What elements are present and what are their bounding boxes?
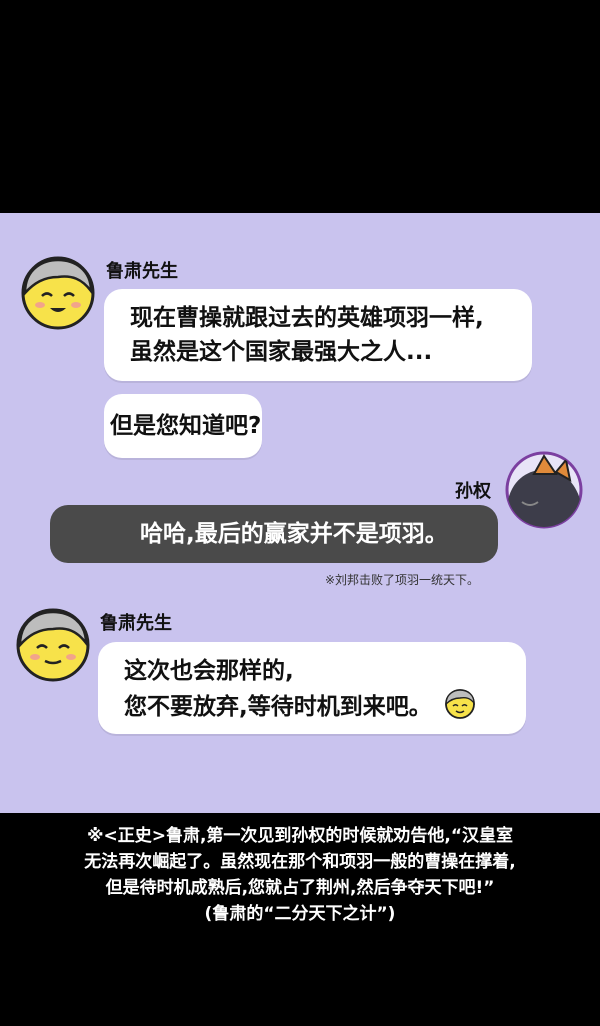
message-bubble: 但是您知道吧? — [104, 394, 262, 458]
message-line: 哈哈,最后的赢家并不是项羽。 — [140, 521, 448, 547]
footer-line: 但是待时机成熟后,您就占了荆州,然后争夺天下吧!” — [105, 878, 495, 898]
sender-name: 鲁肃先生 — [106, 261, 178, 282]
footer-line: ※<正史>鲁肃,第一次见到孙权的时候就劝告他,“汉皇室 — [86, 826, 514, 846]
message-bubble: 哈哈,最后的赢家并不是项羽。 — [50, 505, 498, 563]
footer-panel: ※<正史>鲁肃,第一次见到孙权的时候就劝告他,“汉皇室 无法再次崛起了。虽然现在… — [0, 813, 600, 1026]
footer-line: 无法再次崛起了。虽然现在那个和项羽一般的曹操在撑着, — [84, 852, 516, 872]
message-line: 现在曹操就跟过去的英雄项羽一样, — [130, 305, 484, 331]
sender-name: 孙权 — [455, 481, 491, 502]
footer-line: (鲁肃的“二分天下之计”) — [204, 904, 396, 924]
sunquan-avatar-icon — [504, 450, 584, 530]
message-line: 您不要放弃,等待时机到来吧。 — [124, 688, 526, 724]
message-line: 这次也会那样的, — [124, 658, 294, 684]
sender-name: 鲁肃先生 — [100, 613, 172, 634]
lusu-avatar-icon — [20, 255, 96, 331]
message-bubble: 现在曹操就跟过去的英雄项羽一样, 虽然是这个国家最强大之人... — [104, 289, 532, 381]
message-bubble: 这次也会那样的, 您不要放弃,等待时机到来吧。 — [98, 642, 526, 734]
message-line-text: 您不要放弃,等待时机到来吧。 — [124, 694, 432, 720]
lusu-avatar-icon — [15, 607, 91, 683]
footer-note: ※<正史>鲁肃,第一次见到孙权的时候就劝告他,“汉皇室 无法再次崛起了。虽然现在… — [20, 823, 580, 927]
chat-panel: 鲁肃先生 现在曹操就跟过去的英雄项羽一样, 虽然是这个国家最强大之人... 但是… — [0, 213, 600, 813]
message-line: 但是您知道吧? — [110, 413, 262, 439]
smile-emoji-icon — [444, 689, 475, 719]
message-line: 虽然是这个国家最强大之人... — [130, 339, 433, 365]
footnote: ※刘邦击败了项羽一统天下。 — [325, 573, 480, 587]
